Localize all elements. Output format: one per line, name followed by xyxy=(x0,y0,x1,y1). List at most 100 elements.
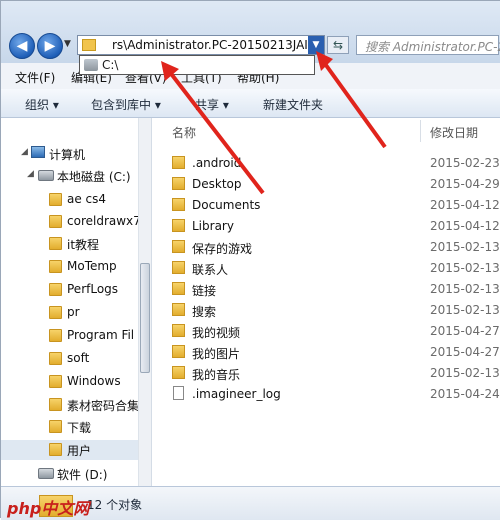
file-row[interactable]: 搜索 2015-02-13 xyxy=(152,300,500,320)
folder-icon xyxy=(49,420,62,433)
tree-item-software-drive[interactable]: 软件 (D:) xyxy=(1,464,151,484)
file-row[interactable]: 我的图片 2015-04-27 xyxy=(152,342,500,362)
include-in-library-button[interactable]: 包含到库中 ▾ xyxy=(91,96,161,113)
navigation-scrollbar[interactable] xyxy=(138,118,151,486)
file-row[interactable]: 我的视频 2015-04-27 xyxy=(152,321,500,341)
watermark-logo: php中文网 xyxy=(7,499,90,518)
column-header-name[interactable]: 名称 xyxy=(172,124,196,141)
file-row[interactable]: Documents 2015-04-12 xyxy=(152,195,500,215)
file-date: 2015-04-12 xyxy=(430,219,500,233)
tree-item-folder[interactable]: PerfLogs xyxy=(1,280,151,300)
drive-icon xyxy=(38,468,54,479)
file-row[interactable]: 我的音乐 2015-02-13 xyxy=(152,363,500,383)
file-date: 2015-04-24 xyxy=(430,387,500,401)
tree-item-folder[interactable]: it教程 xyxy=(1,234,151,254)
explorer-window: ◀ ▶ ▼ rs\Administrator.PC-20150213JAIR ▼… xyxy=(0,0,500,520)
tree-label: soft xyxy=(67,351,90,365)
file-icon xyxy=(173,386,184,400)
tree-item-folder[interactable]: 下载 xyxy=(1,417,151,437)
folder-icon xyxy=(49,398,62,411)
file-row[interactable]: Library 2015-04-12 xyxy=(152,216,500,236)
file-name: 联系人 xyxy=(192,263,229,277)
file-date: 2015-02-13 xyxy=(430,261,500,275)
recent-pages-dropdown[interactable]: ▼ xyxy=(64,39,71,49)
tree-label: Windows xyxy=(67,374,121,388)
file-list: 名称 修改日期 .android 2015-02-23 Desktop 2015-0… xyxy=(152,118,500,486)
file-name: 保存的游戏 xyxy=(192,242,253,256)
file-row[interactable]: .imagineer_log 2015-04-24 xyxy=(152,384,500,404)
pictures-folder-icon xyxy=(172,345,185,358)
address-box[interactable]: rs\Administrator.PC-20150213JAIR xyxy=(77,35,325,55)
share-button[interactable]: 共享 ▾ xyxy=(195,96,229,113)
tree-label: 素材密码合集 xyxy=(67,399,140,413)
address-dropdown-button[interactable]: ▼ xyxy=(308,36,324,54)
tree-item-local-disk[interactable]: ◢ 本地磁盘 (C:) xyxy=(1,166,151,186)
file-date: 2015-04-12 xyxy=(430,198,500,212)
tree-item-folder[interactable]: Windows xyxy=(1,372,151,392)
file-name: 链接 xyxy=(192,284,217,298)
file-date: 2015-04-27 xyxy=(430,345,500,359)
tree-item-folder[interactable]: 素材密码合集 xyxy=(1,395,151,415)
file-date: 2015-02-13 xyxy=(430,282,500,296)
file-name: 搜索 xyxy=(192,305,217,319)
file-name: 我的音乐 xyxy=(192,368,241,382)
tree-label: 计算机 xyxy=(49,148,86,162)
tree-item-folder[interactable]: pr xyxy=(1,303,151,323)
tree-label: 用户 xyxy=(67,444,92,458)
tree-item-folder[interactable]: coreldrawx7 xyxy=(1,212,151,232)
file-name: .android xyxy=(192,156,242,170)
tree-label: 软件 (D:) xyxy=(57,468,108,482)
refresh-button[interactable]: ⇆ xyxy=(327,36,349,54)
address-bar-area: ◀ ▶ ▼ rs\Administrator.PC-20150213JAIR ▼… xyxy=(1,1,500,63)
file-row[interactable]: 保存的游戏 2015-02-13 xyxy=(152,237,500,257)
collapse-icon[interactable]: ◢ xyxy=(27,169,34,179)
file-row[interactable]: Desktop 2015-04-29 xyxy=(152,174,500,194)
folder-icon xyxy=(172,219,185,232)
organize-button[interactable]: 组织 ▾ xyxy=(25,96,59,113)
file-row[interactable]: 联系人 2015-02-13 xyxy=(152,258,500,278)
file-name: 我的视频 xyxy=(192,326,241,340)
folder-icon xyxy=(49,260,62,273)
folder-icon xyxy=(49,329,62,342)
forward-button[interactable]: ▶ xyxy=(37,33,63,59)
scrollbar-thumb[interactable] xyxy=(140,263,150,373)
tree-item-folder[interactable]: soft xyxy=(1,349,151,369)
folder-icon xyxy=(49,215,62,228)
back-button[interactable]: ◀ xyxy=(9,33,35,59)
folder-icon xyxy=(49,443,62,456)
command-bar: 组织 ▾ 包含到库中 ▾ 共享 ▾ 新建文件夹 xyxy=(1,89,500,118)
saved-games-icon xyxy=(172,240,185,253)
new-folder-button[interactable]: 新建文件夹 xyxy=(263,96,323,113)
address-dropdown-item[interactable]: C:\ xyxy=(102,58,118,72)
column-header-date[interactable]: 修改日期 xyxy=(430,124,478,141)
address-path: rs\Administrator.PC-20150213JAIR xyxy=(112,38,317,52)
drive-icon xyxy=(84,59,98,71)
navigation-pane: ◢ 计算机 ◢ 本地磁盘 (C:) ae cs4 coreldrawx7 it教… xyxy=(1,118,152,486)
file-name: Desktop xyxy=(192,177,242,191)
tree-label: MoTemp xyxy=(67,259,117,273)
tree-item-computer[interactable]: ◢ 计算机 xyxy=(1,144,151,164)
file-row[interactable]: .android 2015-02-23 xyxy=(152,153,500,173)
collapse-icon[interactable]: ◢ xyxy=(21,147,28,157)
tree-label: coreldrawx7 xyxy=(67,214,141,228)
folder-icon xyxy=(172,156,185,169)
file-date: 2015-04-29 xyxy=(430,177,500,191)
tree-item-folder[interactable]: MoTemp xyxy=(1,257,151,277)
tree-label: PerfLogs xyxy=(67,282,119,296)
tree-label: Program Fil xyxy=(67,328,135,342)
tree-item-folder[interactable]: ae cs4 xyxy=(1,190,151,210)
search-input[interactable]: 搜索 Administrator.PC-2 xyxy=(356,35,500,55)
desktop-folder-icon xyxy=(172,177,185,190)
menu-file[interactable]: 文件(F) xyxy=(15,69,55,86)
tree-item-folder-selected[interactable]: 用户 xyxy=(1,440,151,460)
tree-label: pr xyxy=(67,305,80,319)
file-date: 2015-02-13 xyxy=(430,366,500,380)
tree-item-folder[interactable]: Program Fil xyxy=(1,326,151,346)
file-name: .imagineer_log xyxy=(192,387,281,401)
file-date: 2015-02-13 xyxy=(430,240,500,254)
file-row[interactable]: 链接 2015-02-13 xyxy=(152,279,500,299)
tree-label: 下载 xyxy=(67,421,92,435)
address-dropdown-list[interactable]: C:\ xyxy=(79,55,315,75)
tree-label: 本地磁盘 (C:) xyxy=(57,170,131,184)
column-divider[interactable] xyxy=(420,120,421,142)
